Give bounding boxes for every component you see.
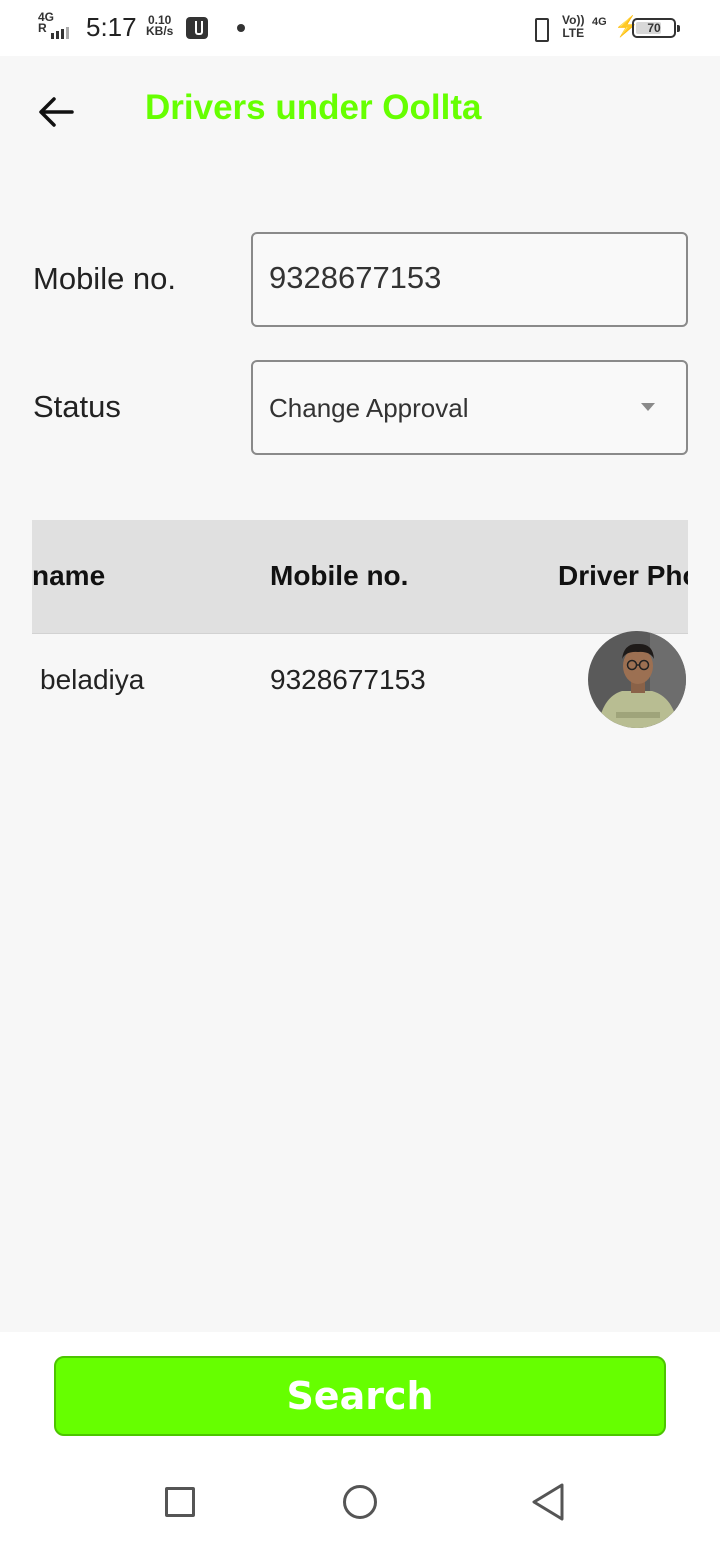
status-label: Status	[33, 389, 121, 424]
vibrate-icon	[528, 17, 552, 42]
driver-mobile: 9328677153	[270, 664, 426, 695]
avatar	[588, 631, 686, 728]
triangle-back-icon[interactable]	[530, 1482, 566, 1522]
battery-icon: 70	[632, 18, 680, 38]
mobile-label: Mobile no.	[33, 261, 177, 296]
bottom-area: Search	[0, 1332, 720, 1544]
circle-icon[interactable]	[343, 1485, 377, 1519]
usb-debug-icon	[186, 17, 208, 39]
signal-icon	[51, 27, 69, 39]
status-dropdown[interactable]: Change Approval	[251, 360, 688, 455]
page-title: Drivers under Oollta	[145, 88, 482, 127]
driver-photo[interactable]	[588, 631, 686, 728]
caret-down-icon	[641, 403, 655, 411]
battery-percent: 70	[647, 21, 661, 35]
status-bar: 4G R 5:17 0.10 KB/s Vo)) LTE 4G ⚡ 70	[0, 0, 720, 56]
square-icon[interactable]	[165, 1487, 195, 1517]
network-speed: 0.10 KB/s	[146, 13, 174, 38]
status-selected-value: Change Approval	[269, 393, 469, 423]
notification-dot-icon	[237, 24, 245, 32]
network-type: 4G	[592, 16, 607, 28]
back-button[interactable]	[36, 90, 76, 134]
volte-indicator: Vo)) LTE	[562, 13, 585, 40]
driver-name: beladiya	[40, 664, 145, 695]
column-header-driver-photo: Driver Pho	[558, 560, 688, 591]
clock: 5:17	[86, 12, 137, 42]
table-row[interactable]: beladiya 9328677153	[32, 631, 688, 730]
mobile-input[interactable]: 9328677153	[251, 232, 688, 327]
search-button[interactable]: Search	[54, 1356, 666, 1436]
mobile-input-value: 9328677153	[269, 260, 442, 295]
main-content: Drivers under Oollta Mobile no. 93286771…	[0, 56, 720, 1332]
table-header: name Mobile no. Driver Pho	[32, 520, 688, 634]
column-header-mobile: Mobile no.	[270, 560, 409, 591]
column-header-name: name	[32, 560, 106, 591]
arrow-left-icon	[39, 97, 74, 127]
